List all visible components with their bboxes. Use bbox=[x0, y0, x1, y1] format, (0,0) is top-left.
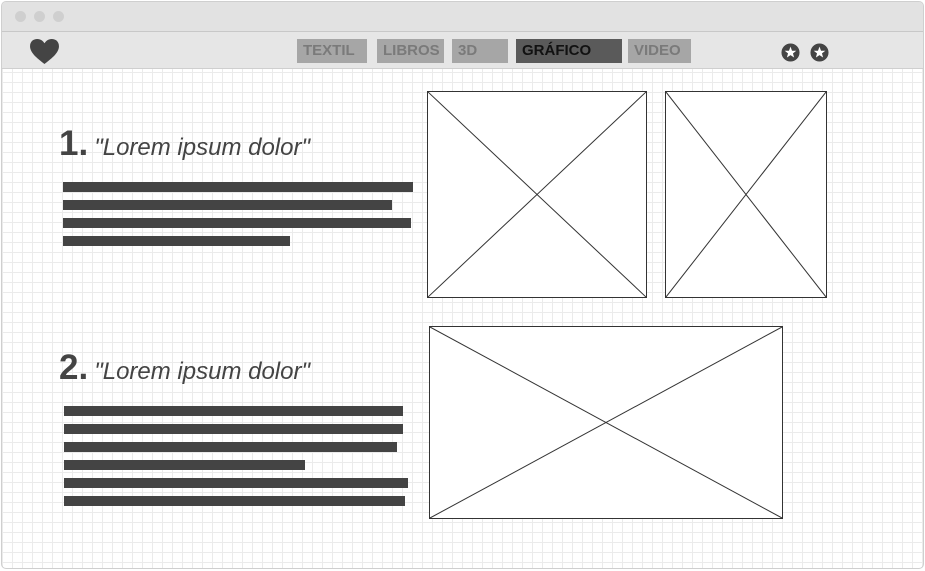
maximize-dot[interactable] bbox=[53, 11, 64, 22]
text-line bbox=[64, 424, 403, 434]
text-line bbox=[64, 442, 397, 452]
tab-libros[interactable]: LIBROS bbox=[377, 39, 444, 63]
tab-textil[interactable]: TEXTIL bbox=[297, 39, 367, 63]
text-line bbox=[64, 460, 305, 470]
text-line bbox=[63, 236, 290, 246]
text-line bbox=[64, 496, 405, 506]
text-line bbox=[63, 218, 411, 228]
tab-video[interactable]: VIDEO bbox=[628, 39, 691, 63]
text-line bbox=[64, 478, 408, 488]
text-line bbox=[63, 182, 413, 192]
star-icon[interactable] bbox=[810, 43, 829, 62]
text-line bbox=[64, 406, 403, 416]
image-placeholder bbox=[427, 91, 647, 298]
image-placeholder bbox=[429, 326, 783, 519]
browser-window: TEXTIL LIBROS 3D GRÁFICO VIDEO 1. "Lorem … bbox=[1, 1, 924, 569]
text-line bbox=[63, 200, 392, 210]
navbar: TEXTIL LIBROS 3D GRÁFICO VIDEO bbox=[2, 32, 923, 69]
star-icon[interactable] bbox=[781, 43, 800, 62]
tab-3d[interactable]: 3D bbox=[452, 39, 508, 63]
section-2-heading: 2. "Lorem ipsum dolor" bbox=[59, 348, 310, 388]
section-title: "Lorem ipsum dolor" bbox=[94, 134, 310, 161]
section-1-heading: 1. "Lorem ipsum dolor" bbox=[59, 124, 310, 164]
minimize-dot[interactable] bbox=[34, 11, 45, 22]
section-number: 1. bbox=[59, 124, 89, 163]
window-titlebar bbox=[2, 2, 923, 32]
section-number: 2. bbox=[59, 348, 89, 387]
section-title: "Lorem ipsum dolor" bbox=[94, 358, 310, 385]
tab-grafico[interactable]: GRÁFICO bbox=[516, 39, 622, 63]
close-dot[interactable] bbox=[15, 11, 26, 22]
image-placeholder bbox=[665, 91, 827, 298]
heart-icon[interactable] bbox=[29, 38, 60, 65]
